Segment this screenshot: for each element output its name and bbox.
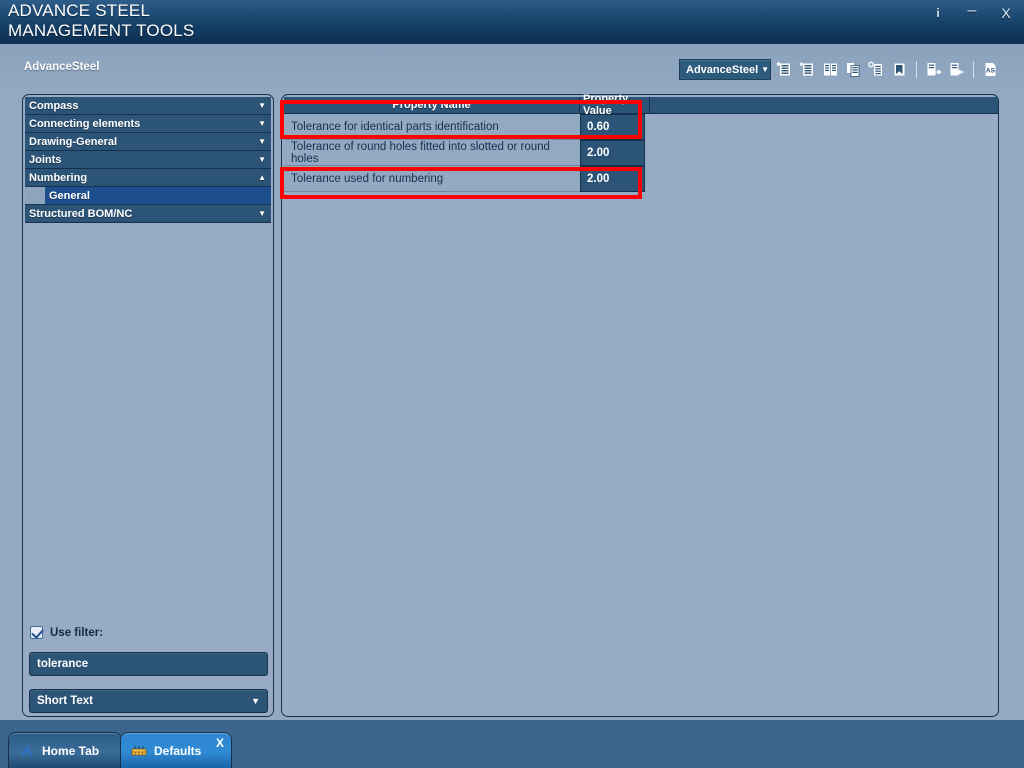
table-compare-icon[interactable] [821,59,840,80]
info-icon[interactable]: i [930,6,946,20]
toolbar-separator [973,61,974,78]
autodesk-a-icon [19,744,35,758]
tree-item-label: Connecting elements [29,117,141,130]
grid-header-row: Property Name Property Value [284,93,998,117]
defaults-table-icon [131,744,147,758]
table-row[interactable]: Tolerance for identical parts identifica… [284,114,998,140]
paste-table-icon[interactable] [867,59,886,80]
bottom-tab-bar: Home Tab Defaults X [0,720,1024,768]
property-name-cell: Tolerance used for numbering [284,166,580,192]
flag-table-icon[interactable] [890,59,909,80]
property-value-cell[interactable]: 2.00 [580,140,645,166]
minimize-button[interactable]: – [964,3,980,19]
chevron-down-icon: ▼ [761,65,770,74]
property-value-cell[interactable]: 2.00 [580,166,645,192]
column-header-property-name[interactable]: Property Name [284,97,580,113]
title-bar: ADVANCE STEEL MANAGEMENT TOOLS i – X [0,0,1024,44]
tree-item-label: Drawing-General [29,135,118,148]
column-header-property-value[interactable]: Property Value [580,93,650,117]
chevron-down-icon: ▼ [258,209,266,218]
close-button[interactable]: X [998,6,1014,20]
svg-text:AS: AS [986,67,996,74]
table-row[interactable]: Tolerance used for numbering 2.00 [284,166,998,192]
use-filter-checkbox[interactable]: Use filter: [30,626,103,639]
profile-combo[interactable]: AdvanceSteel ▼ [679,59,771,80]
tree-item-connecting-elements[interactable]: Connecting elements ▼ [25,115,271,133]
property-name-cell: Tolerance of round holes fitted into slo… [284,140,580,166]
chevron-down-icon: ▼ [258,155,266,164]
use-filter-label: Use filter: [50,626,104,639]
chevron-up-icon: ▲ [258,173,266,182]
breadcrumb: AdvanceSteel [24,61,100,73]
tab-home-label: Home Tab [42,743,100,758]
toolbar: AdvanceSteel ▼ AS [679,59,1000,80]
copy-table-icon[interactable] [844,59,863,80]
category-tree: Compass ▼ Connecting elements ▼ Drawing-… [25,97,271,223]
table-row[interactable]: Tolerance of round holes fitted into slo… [284,140,998,166]
column-header-filler [650,97,998,113]
filter-mode-value: Short Text [37,695,94,707]
tree-item-label: Joints [29,153,62,166]
tree-item-numbering[interactable]: Numbering ▲ [25,169,271,187]
filter-search-input[interactable]: tolerance [29,652,268,676]
tree-item-drawing-general[interactable]: Drawing-General ▼ [25,133,271,151]
chevron-down-icon: ▼ [258,101,266,110]
window-controls: i – X [930,3,1014,21]
chevron-down-icon: ▼ [258,119,266,128]
new-table-icon[interactable] [775,59,794,80]
as-document-icon[interactable]: AS [981,59,1000,80]
tree-item-joints[interactable]: Joints ▼ [25,151,271,169]
toolbar-separator [916,61,917,78]
tree-item-structured-bom-nc[interactable]: Structured BOM/NC ▼ [25,205,271,223]
chevron-down-icon: ▼ [258,137,266,146]
import-table-icon[interactable] [924,59,943,80]
tree-item-label: General [49,189,90,202]
property-value-cell[interactable]: 0.60 [580,114,645,140]
property-name-cell: Tolerance for identical parts identifica… [284,114,580,140]
tree-item-general[interactable]: General [25,187,271,205]
chevron-down-icon: ▼ [251,696,260,706]
tab-defaults-label: Defaults [154,743,202,758]
tree-indent-swatch [25,187,45,204]
profile-combo-value: AdvanceSteel [686,63,759,76]
checkbox-checked-icon[interactable] [30,626,43,639]
new-table-star-icon[interactable] [798,59,817,80]
row-filler [645,114,998,140]
category-tree-panel: Compass ▼ Connecting elements ▼ Drawing-… [22,94,274,717]
properties-panel: Property Name Property Value Tolerance f… [281,93,999,717]
export-table-icon[interactable] [947,59,966,80]
tree-item-label: Compass [29,99,79,112]
app-title: ADVANCE STEEL MANAGEMENT TOOLS [8,1,195,40]
properties-grid: Property Name Property Value Tolerance f… [284,93,998,192]
tree-item-label: Structured BOM/NC [29,207,133,220]
tree-item-compass[interactable]: Compass ▼ [25,97,271,115]
tab-home[interactable]: Home Tab [8,732,122,768]
row-filler [645,140,998,166]
row-filler [645,166,998,192]
tab-close-icon[interactable]: X [216,736,224,750]
tree-item-label: Numbering [29,171,88,184]
tab-defaults[interactable]: Defaults X [120,732,232,768]
filter-mode-combo[interactable]: Short Text ▼ [29,689,268,713]
